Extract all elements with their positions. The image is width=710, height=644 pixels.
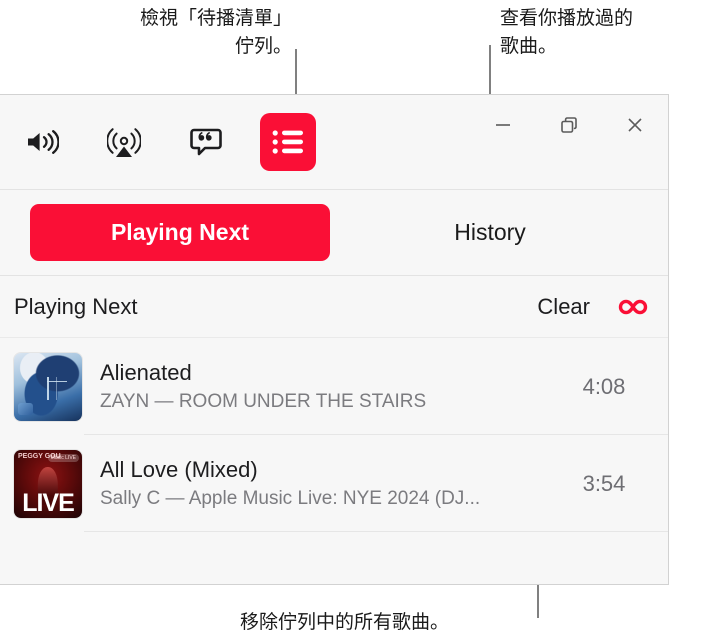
queue-section-header: Playing Next Clear <box>0 276 668 338</box>
restore-window-icon <box>558 114 580 136</box>
table-row[interactable]: Alienated ZAYN — ROOM UNDER THE STAIRS 4… <box>0 338 668 435</box>
airplay-icon <box>107 125 141 159</box>
restore-button[interactable] <box>536 95 602 155</box>
minimize-icon <box>492 114 514 136</box>
minimize-button[interactable] <box>470 95 536 155</box>
artwork-badge-label: Music LIVE <box>47 453 79 462</box>
airplay-button[interactable] <box>96 113 152 171</box>
callout-text-clear: 移除佇列中的所有歌曲。 <box>240 611 450 633</box>
title-bar <box>0 95 668 190</box>
track-subtitle: ZAYN — ROOM UNDER THE STAIRS <box>100 390 427 412</box>
track-title: Alienated <box>100 359 192 385</box>
table-row[interactable]: PEGGY GOU Music LIVE LIVE All Love (Mixe… <box>0 435 668 532</box>
track-text: Alienated ZAYN — ROOM UNDER THE STAIRS <box>100 358 540 416</box>
tab-playing-next[interactable]: Playing Next <box>30 204 330 261</box>
track-duration: 4:08 <box>582 373 626 399</box>
queue-track-list: Alienated ZAYN — ROOM UNDER THE STAIRS 4… <box>0 338 668 532</box>
volume-icon <box>25 127 59 157</box>
queue-list-icon <box>272 129 304 155</box>
artwork-live-label: LIVE <box>22 488 75 517</box>
queue-section-title: Playing Next <box>14 293 138 319</box>
window-controls <box>470 95 668 189</box>
infinity-icon <box>616 299 650 321</box>
queue-tab-bar: Playing Next History <box>0 190 668 276</box>
album-artwork <box>14 352 82 421</box>
track-text: All Love (Mixed) Sally C — Apple Music L… <box>100 455 540 513</box>
queue-header-actions: Clear <box>537 294 650 320</box>
close-icon <box>624 114 646 136</box>
callout-text-history: 查看你播放過的 歌曲。 <box>500 7 634 57</box>
track-subtitle: Sally C — Apple Music Live: NYE 2024 (DJ… <box>100 487 481 509</box>
clear-queue-button[interactable]: Clear <box>537 294 590 320</box>
autoplay-infinity-button[interactable] <box>616 296 650 318</box>
volume-button[interactable] <box>14 113 70 171</box>
close-button[interactable] <box>602 95 668 155</box>
queue-button[interactable] <box>260 113 316 171</box>
callout-text-queue: 檢視「待播清單」 佇列。 <box>139 7 292 57</box>
playback-toolbar <box>14 113 316 171</box>
lyrics-button[interactable] <box>178 113 234 171</box>
lyrics-quote-bubble-icon <box>190 127 222 157</box>
track-title: All Love (Mixed) <box>100 456 258 482</box>
music-app-window: Playing Next History Playing Next Clear … <box>0 94 669 585</box>
album-artwork: PEGGY GOU Music LIVE LIVE <box>14 449 82 518</box>
track-duration: 3:54 <box>582 470 626 496</box>
tab-history[interactable]: History <box>370 204 610 261</box>
